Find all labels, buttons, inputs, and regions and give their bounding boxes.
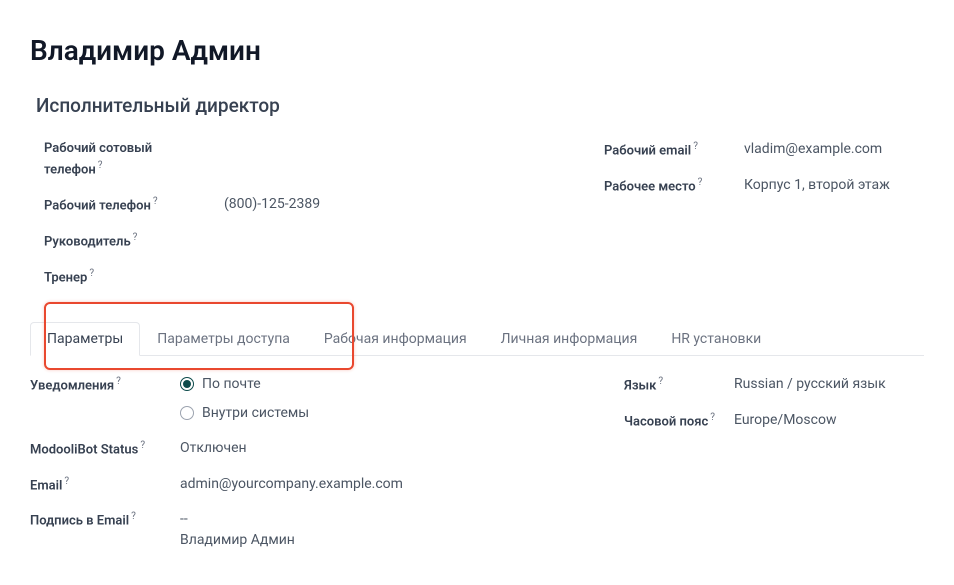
help-icon[interactable]: ? xyxy=(116,376,121,387)
workplace-value[interactable]: Корпус 1, второй этаж xyxy=(744,175,890,196)
tab-access-parameters[interactable]: Параметры доступа xyxy=(140,322,307,355)
contact-info: Рабочий сотовый телефон? Рабочий телефон… xyxy=(44,139,924,302)
work-mobile-label: Рабочий сотовый телефон? xyxy=(44,139,204,180)
notifications-label: Уведомления? xyxy=(30,374,180,396)
workplace-label: Рабочее место? xyxy=(604,175,724,197)
work-phone-value[interactable]: (800)-125-2389 xyxy=(224,194,320,215)
help-icon[interactable]: ? xyxy=(710,412,715,423)
page-title: Владимир Админ xyxy=(30,30,924,72)
help-icon[interactable]: ? xyxy=(98,160,103,171)
tab-parameters[interactable]: Параметры xyxy=(30,322,140,356)
email-label: Email? xyxy=(30,474,180,496)
help-icon[interactable]: ? xyxy=(133,232,138,243)
radio-internal[interactable]: Внутри системы xyxy=(180,403,584,424)
help-icon[interactable]: ? xyxy=(64,476,69,487)
timezone-label: Часовой пояс? xyxy=(624,410,734,432)
work-phone-label: Рабочий телефон? xyxy=(44,194,204,216)
coach-label: Тренер? xyxy=(44,266,204,288)
help-icon[interactable]: ? xyxy=(693,141,698,152)
radio-unselected-icon xyxy=(180,406,194,420)
tab-personal-info[interactable]: Личная информация xyxy=(484,322,655,355)
signature-label: Подпись в Email? xyxy=(30,509,180,531)
help-icon[interactable]: ? xyxy=(89,268,94,279)
tab-hr-settings[interactable]: HR установки xyxy=(654,322,778,355)
manager-label: Руководитель? xyxy=(44,230,204,252)
work-email-label: Рабочий email? xyxy=(604,139,724,161)
bot-status-value[interactable]: Отключен xyxy=(180,438,584,459)
help-icon[interactable]: ? xyxy=(140,440,145,451)
help-icon[interactable]: ? xyxy=(698,177,703,188)
job-title: Исполнительный директор xyxy=(36,92,924,121)
help-icon[interactable]: ? xyxy=(658,376,663,387)
radio-selected-icon xyxy=(180,377,194,391)
email-value[interactable]: admin@yourcompany.example.com xyxy=(180,474,584,495)
notifications-radio-group: По почте Внутри системы xyxy=(180,374,584,424)
language-label: Язык? xyxy=(624,374,734,396)
help-icon[interactable]: ? xyxy=(153,196,158,207)
settings-panel: Уведомления? По почте Внутри системы Mod… xyxy=(30,374,924,566)
tab-work-info[interactable]: Рабочая информация xyxy=(307,322,484,355)
language-value[interactable]: Russian / русский язык xyxy=(734,374,924,395)
help-icon[interactable]: ? xyxy=(131,511,136,522)
bot-status-label: ModooliBot Status? xyxy=(30,438,180,460)
timezone-value[interactable]: Europe/Moscow xyxy=(734,410,924,431)
tabs: Параметры Параметры доступа Рабочая инфо… xyxy=(30,322,924,356)
radio-by-mail[interactable]: По почте xyxy=(180,374,584,395)
work-email-value[interactable]: vladim@example.com xyxy=(744,139,882,160)
